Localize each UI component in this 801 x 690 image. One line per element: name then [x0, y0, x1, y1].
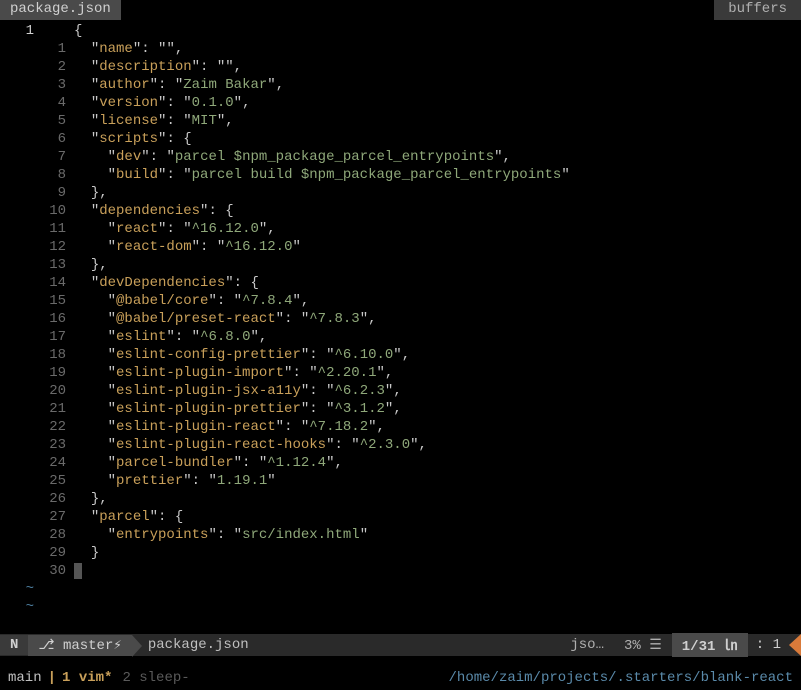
code-line[interactable]: "entrypoints": "src/index.html": [74, 526, 801, 544]
code-line[interactable]: "build": "parcel build $npm_package_parc…: [74, 166, 801, 184]
code-line[interactable]: },: [74, 184, 801, 202]
status-percent: 3% ☰: [614, 635, 672, 656]
tab-bar: package.json buffers: [0, 0, 801, 20]
code-line[interactable]: },: [74, 256, 801, 274]
line-number-icon: ㏑: [724, 639, 738, 655]
branch-name: master: [63, 638, 113, 654]
tmux-session-name[interactable]: main: [8, 670, 42, 686]
code-line[interactable]: "parcel-bundler": "^1.12.4",: [74, 454, 801, 472]
code-line[interactable]: "eslint-plugin-prettier": "^3.1.2",: [74, 400, 801, 418]
code-line[interactable]: "eslint-plugin-react": "^7.18.2",: [74, 418, 801, 436]
code-line[interactable]: "devDependencies": {: [74, 274, 801, 292]
mode-indicator: N: [0, 635, 28, 655]
code-line[interactable]: },: [74, 490, 801, 508]
tmux-window-inactive[interactable]: 2 sleep-: [112, 670, 189, 686]
tmux-cwd-path: /home/zaim/projects/.starters/blank-reac…: [449, 670, 793, 686]
code-line[interactable]: "@babel/core": "^7.8.4",: [74, 292, 801, 310]
git-branch-segment: ⎇ master⚡: [28, 635, 131, 656]
code-line[interactable]: "author": "Zaim Bakar",: [74, 76, 801, 94]
branch-icon: ⎇: [38, 638, 54, 654]
hamburger-icon: ☰: [649, 638, 662, 654]
buffers-tab[interactable]: buffers: [714, 0, 801, 20]
gutter-line-numbers: 1234567891011121314151617181920212223242…: [40, 22, 74, 634]
code-line[interactable]: "prettier": "1.19.1": [74, 472, 801, 490]
code-line[interactable]: "eslint": "^6.8.0",: [74, 328, 801, 346]
code-line[interactable]: "react-dom": "^16.12.0": [74, 238, 801, 256]
code-line[interactable]: [74, 562, 801, 580]
warning-triangle-icon: [789, 634, 801, 656]
code-line[interactable]: "version": "0.1.0",: [74, 94, 801, 112]
code-area[interactable]: { "name": "", "description": "", "author…: [74, 22, 801, 634]
file-tab[interactable]: package.json: [0, 0, 121, 20]
code-line[interactable]: "name": "",: [74, 40, 801, 58]
code-line[interactable]: "eslint-plugin-react-hooks": "^2.3.0",: [74, 436, 801, 454]
status-bar: N ⎇ master⚡ package.json jso… 3% ☰ 1/31 …: [0, 634, 801, 656]
editor-content[interactable]: 1~~ 123456789101112131415161718192021222…: [0, 20, 801, 634]
code-line[interactable]: {: [74, 22, 801, 40]
code-line[interactable]: "react": "^16.12.0",: [74, 220, 801, 238]
code-line[interactable]: "license": "MIT",: [74, 112, 801, 130]
code-line[interactable]: "description": "",: [74, 58, 801, 76]
code-line[interactable]: "eslint-config-prettier": "^6.10.0",: [74, 346, 801, 364]
code-line[interactable]: "eslint-plugin-import": "^2.20.1",: [74, 364, 801, 382]
code-line[interactable]: "dev": "parcel $npm_package_parcel_entry…: [74, 148, 801, 166]
code-line[interactable]: "parcel": {: [74, 508, 801, 526]
power-icon: ⚡: [113, 638, 121, 654]
code-line[interactable]: "eslint-plugin-jsx-a11y": "^6.2.3",: [74, 382, 801, 400]
tmux-window-active[interactable]: 1 vim*: [62, 670, 112, 686]
code-line[interactable]: "scripts": {: [74, 130, 801, 148]
status-filetype: jso…: [560, 635, 614, 655]
status-position: 1/31 ㏑: [672, 633, 748, 657]
code-line[interactable]: }: [74, 544, 801, 562]
tmux-separator: |: [42, 670, 62, 686]
tmux-bar: main | 1 vim* 2 sleep- /home/zaim/projec…: [0, 666, 801, 690]
status-filename: package.json: [132, 635, 265, 655]
code-line[interactable]: "@babel/preset-react": "^7.8.3",: [74, 310, 801, 328]
gutter-outer: 1~~: [0, 22, 40, 634]
status-column: : 1: [748, 635, 789, 655]
code-line[interactable]: "dependencies": {: [74, 202, 801, 220]
